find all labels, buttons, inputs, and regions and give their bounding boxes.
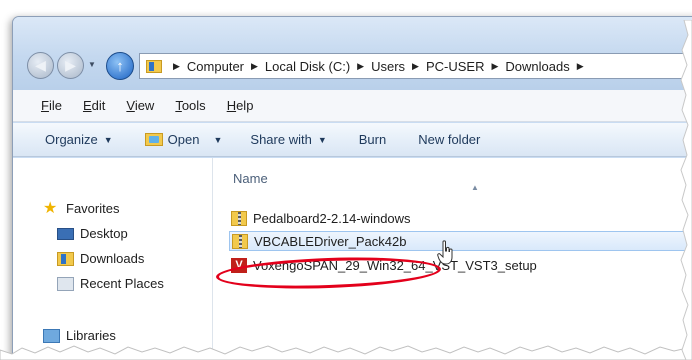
menu-view[interactable]: View bbox=[126, 98, 154, 113]
title-bar: ◀ ▶ ▼ ↑ ▶ Computer ▶ Local Disk (C:) ▶ U… bbox=[13, 17, 692, 90]
breadcrumb-separator-icon[interactable]: ▶ bbox=[491, 61, 498, 72]
forward-button[interactable]: ▶ bbox=[57, 52, 84, 79]
menu-file-label: ile bbox=[48, 98, 62, 113]
menu-edit-label: dit bbox=[91, 98, 106, 113]
navigation-pane: ★ Favorites Desktop Downloads Recent Pla… bbox=[13, 158, 213, 360]
downloads-folder-icon bbox=[57, 251, 74, 266]
menu-help-label: elp bbox=[236, 98, 254, 113]
chevron-down-icon: ▼ bbox=[213, 134, 223, 145]
breadcrumb-separator-icon[interactable]: ▶ bbox=[412, 61, 419, 72]
organize-button[interactable]: Organize ▼ bbox=[45, 132, 113, 147]
open-folder-icon bbox=[144, 133, 163, 146]
file-name: VBCABLEDriver_Pack42b bbox=[254, 233, 407, 249]
menu-file[interactable]: File bbox=[41, 98, 62, 113]
nav-libraries[interactable]: Libraries bbox=[43, 328, 116, 343]
zip-folder-icon bbox=[231, 210, 247, 226]
new-folder-button[interactable]: New folder bbox=[418, 132, 480, 147]
share-with-label: Share with bbox=[250, 132, 312, 147]
nav-item-label: Downloads bbox=[80, 251, 145, 266]
breadcrumb-computer[interactable]: Computer bbox=[187, 59, 244, 74]
libraries-icon bbox=[43, 328, 60, 343]
up-button[interactable]: ↑ bbox=[106, 52, 134, 80]
hand-cursor-icon bbox=[437, 240, 453, 265]
recent-places-icon bbox=[57, 276, 74, 291]
nav-item-desktop[interactable]: Desktop bbox=[57, 226, 128, 241]
menu-tools-label: ools bbox=[181, 98, 206, 113]
chevron-down-icon: ▼ bbox=[103, 134, 113, 145]
open-label: Open bbox=[167, 132, 200, 147]
nav-item-label: Recent Places bbox=[80, 276, 164, 291]
nav-libraries-label: Libraries bbox=[66, 328, 116, 343]
new-folder-label: New folder bbox=[418, 132, 481, 147]
burn-button[interactable]: Burn bbox=[359, 132, 386, 147]
column-header-name[interactable]: Name bbox=[233, 171, 268, 186]
back-arrow-icon: ◀ bbox=[35, 57, 46, 73]
share-with-button[interactable]: Share with ▼ bbox=[250, 132, 326, 147]
explorer-window: ◀ ▶ ▼ ↑ ▶ Computer ▶ Local Disk (C:) ▶ U… bbox=[12, 16, 692, 360]
menu-help[interactable]: Help bbox=[227, 98, 254, 113]
downloads-folder-icon bbox=[146, 59, 162, 73]
sort-ascending-icon: ▲ bbox=[471, 183, 479, 192]
desktop-icon bbox=[57, 227, 74, 240]
nav-favorites[interactable]: ★ Favorites bbox=[43, 199, 120, 217]
back-button[interactable]: ◀ bbox=[27, 52, 54, 79]
burn-label: Burn bbox=[358, 132, 387, 147]
breadcrumb-pc-user[interactable]: PC-USER bbox=[426, 59, 485, 74]
organize-label: Organize bbox=[45, 132, 98, 147]
breadcrumb-local-disk[interactable]: Local Disk (C:) bbox=[265, 59, 350, 74]
command-bar: Organize ▼ Open ▼ Share with ▼ Burn New fol… bbox=[13, 123, 692, 157]
menu-bar: File Edit View Tools Help bbox=[13, 90, 692, 122]
menu-view-label: iew bbox=[134, 98, 155, 113]
address-bar[interactable]: ▶ Computer ▶ Local Disk (C:) ▶ Users ▶ P… bbox=[139, 53, 692, 79]
torn-edge-right bbox=[680, 20, 692, 360]
file-name: Pedalboard2-2.14-windows bbox=[253, 210, 411, 226]
breadcrumb-users[interactable]: Users bbox=[371, 59, 405, 74]
nav-item-downloads[interactable]: Downloads bbox=[57, 251, 144, 266]
menu-tools[interactable]: Tools bbox=[175, 98, 205, 113]
up-arrow-icon: ↑ bbox=[116, 57, 124, 75]
breadcrumb-separator-icon[interactable]: ▶ bbox=[357, 61, 364, 72]
chevron-down-icon: ▼ bbox=[317, 134, 327, 145]
nav-item-label: Desktop bbox=[80, 226, 128, 241]
star-icon: ★ bbox=[43, 199, 58, 217]
breadcrumb-downloads[interactable]: Downloads bbox=[505, 59, 569, 74]
zip-folder-icon bbox=[232, 233, 248, 249]
breadcrumb-separator-icon[interactable]: ▶ bbox=[251, 61, 258, 72]
file-row-selected[interactable]: VBCABLEDriver_Pack42b bbox=[229, 231, 692, 251]
nav-favorites-label: Favorites bbox=[66, 201, 120, 216]
forward-arrow-icon: ▶ bbox=[65, 57, 76, 73]
torn-edge-bottom bbox=[0, 345, 692, 360]
breadcrumb-separator-icon[interactable]: ▶ bbox=[173, 61, 180, 72]
recent-pages-dropdown-icon[interactable]: ▼ bbox=[88, 60, 96, 69]
open-button[interactable]: Open ▼ bbox=[144, 132, 223, 147]
file-row[interactable]: Pedalboard2-2.14-windows bbox=[231, 208, 692, 228]
breadcrumb-separator-icon[interactable]: ▶ bbox=[577, 61, 584, 72]
nav-item-recent-places[interactable]: Recent Places bbox=[57, 276, 164, 291]
menu-edit[interactable]: Edit bbox=[83, 98, 105, 113]
